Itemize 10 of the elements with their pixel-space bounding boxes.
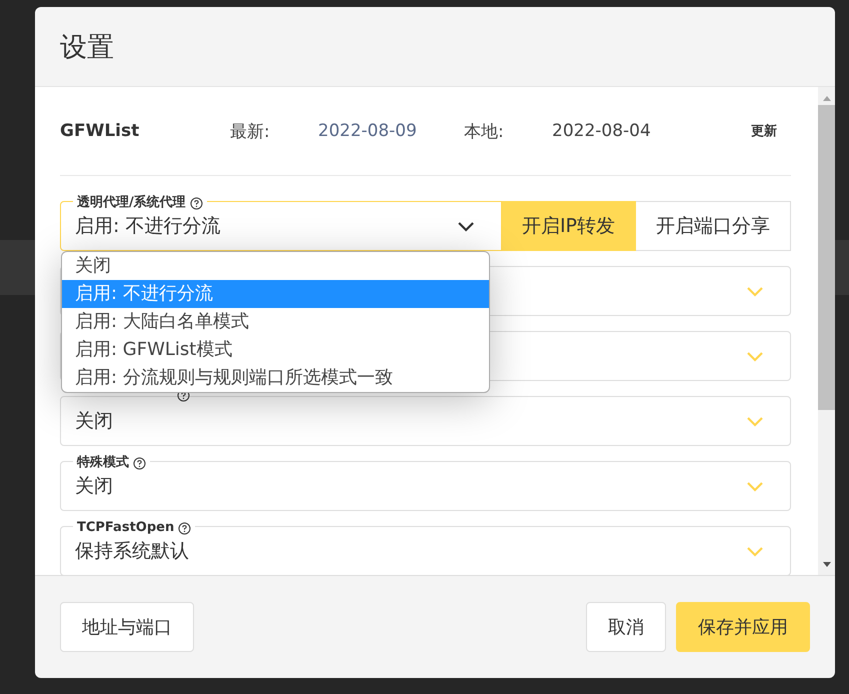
latest-label: 最新: (230, 120, 271, 142)
list-name: GFWList (60, 121, 140, 141)
field-value: 保持系统默认 (75, 540, 189, 562)
local-label: 本地: (464, 120, 505, 142)
field-value: 关闭 (75, 475, 113, 497)
field-value: 启用: 不进行分流 (75, 215, 220, 237)
dialog-title: 设置 (60, 30, 114, 64)
field-value: 关闭 (75, 410, 113, 432)
local-date: 2022-08-04 (552, 121, 652, 141)
latest-date: 2022-08-09 (318, 121, 418, 141)
